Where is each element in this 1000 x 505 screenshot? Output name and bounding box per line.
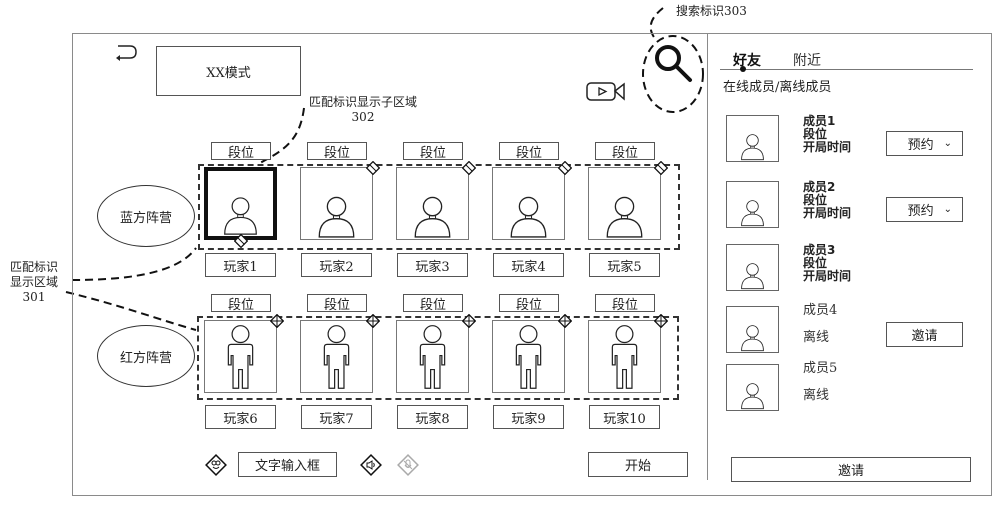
player-name-label: 玩家3 [397,253,468,277]
reserve-dropdown-label: 预约 [907,138,934,153]
area-annotation-label: 匹配标识 显示区域 301 [4,260,64,305]
player-name-label: 玩家9 [493,405,564,429]
person-bust-icon [727,245,778,290]
invite-member-button[interactable]: 邀请 [886,322,963,347]
person-full-body-icon [493,321,564,392]
member-start-time: 开局时间 [803,269,852,283]
match-marker-icon [557,313,573,329]
member-avatar[interactable] [726,181,779,228]
search-icon[interactable] [652,42,696,86]
player-avatar-slot[interactable] [588,167,661,240]
player-name-label: 玩家10 [589,405,660,429]
emoji-icon[interactable] [205,454,227,476]
reserve-dropdown[interactable]: 预约 ⌄ [886,197,963,222]
text-input-box[interactable]: 文字输入框 [238,452,337,477]
reserve-dropdown[interactable]: 预约 ⌄ [886,131,963,156]
return-arrow-icon[interactable] [110,40,138,62]
player-rank-label: 段位 [307,142,367,161]
member-start-time: 开局时间 [803,206,852,220]
person-full-body-icon [397,321,468,392]
chevron-down-icon: ⌄ [943,204,952,215]
person-bust-icon [589,168,660,239]
match-marker-icon [557,160,573,176]
member-avatar[interactable] [726,115,779,162]
area-annotation-line2: 显示区域 [9,275,58,289]
match-marker-icon [461,160,477,176]
match-marker-icon [653,160,669,176]
member-name: 成员5 [803,361,838,376]
player-avatar-slot[interactable] [300,167,373,240]
person-bust-icon [727,365,778,410]
active-tab-indicator [740,66,746,72]
player-name-label: 玩家1 [205,253,276,277]
player-name-label: 玩家7 [301,405,372,429]
search-annotation-label: 搜索标识303 [676,4,747,18]
player-rank-label: 段位 [499,142,559,161]
person-bust-icon [727,307,778,352]
person-bust-icon [727,116,778,161]
player-name-label: 玩家8 [397,405,468,429]
player-avatar-slot[interactable] [492,320,565,393]
member-section-title: 在线成员/离线成员 [723,80,832,95]
reserve-dropdown-label: 预约 [907,204,934,219]
tab-nearby[interactable]: 附近 [793,50,821,70]
area-annotation-line3: 301 [22,290,46,304]
panel-divider [707,33,708,480]
person-full-body-icon [589,321,660,392]
speaker-icon[interactable] [360,454,382,476]
player-name-label: 玩家2 [301,253,372,277]
tab-underline [720,69,973,70]
match-marker-icon [269,313,285,329]
person-bust-icon [493,168,564,239]
member-start-time: 开局时间 [803,140,852,154]
chevron-down-icon: ⌄ [943,138,952,149]
mode-title: XX模式 [156,46,301,96]
player-avatar-slot[interactable] [492,167,565,240]
tab-friends[interactable]: 好友 [733,50,761,70]
person-full-body-icon [301,321,372,392]
member-avatar[interactable] [726,244,779,291]
match-marker-icon [365,160,381,176]
player-rank-label: 段位 [595,142,655,161]
member-status: 离线 [803,388,830,403]
player-rank-label: 段位 [211,294,271,313]
start-button[interactable]: 开始 [588,452,688,477]
area-annotation-line1: 匹配标识 [9,260,58,274]
player-avatar-slot[interactable] [204,320,277,393]
player-avatar-slot[interactable] [396,167,469,240]
invite-all-button[interactable]: 邀请 [731,457,971,482]
player-rank-label: 段位 [403,142,463,161]
microphone-muted-icon[interactable] [397,454,419,476]
member-name: 成员4 [803,303,838,318]
member-status: 离线 [803,330,830,345]
player-name-label: 玩家4 [493,253,564,277]
person-bust-icon [301,168,372,239]
person-bust-icon [208,171,273,236]
player-name-label: 玩家6 [205,405,276,429]
player-avatar-slot[interactable] [204,167,277,240]
player-rank-label: 段位 [595,294,655,313]
player-rank-label: 段位 [307,294,367,313]
red-team-label: 红方阵营 [97,325,195,387]
player-rank-label: 段位 [499,294,559,313]
match-marker-icon [653,313,669,329]
player-rank-label: 段位 [211,142,271,161]
player-rank-label: 段位 [403,294,463,313]
player-avatar-slot[interactable] [396,320,469,393]
player-avatar-slot[interactable] [300,320,373,393]
blue-team-label: 蓝方阵营 [97,185,195,247]
person-full-body-icon [205,321,276,392]
person-bust-icon [397,168,468,239]
member-avatar[interactable] [726,306,779,353]
match-marker-icon [233,233,249,249]
person-bust-icon [727,182,778,227]
match-marker-icon [365,313,381,329]
member-avatar[interactable] [726,364,779,411]
player-avatar-slot[interactable] [588,320,661,393]
video-camera-icon[interactable] [586,81,626,103]
player-name-label: 玩家5 [589,253,660,277]
match-marker-icon [461,313,477,329]
